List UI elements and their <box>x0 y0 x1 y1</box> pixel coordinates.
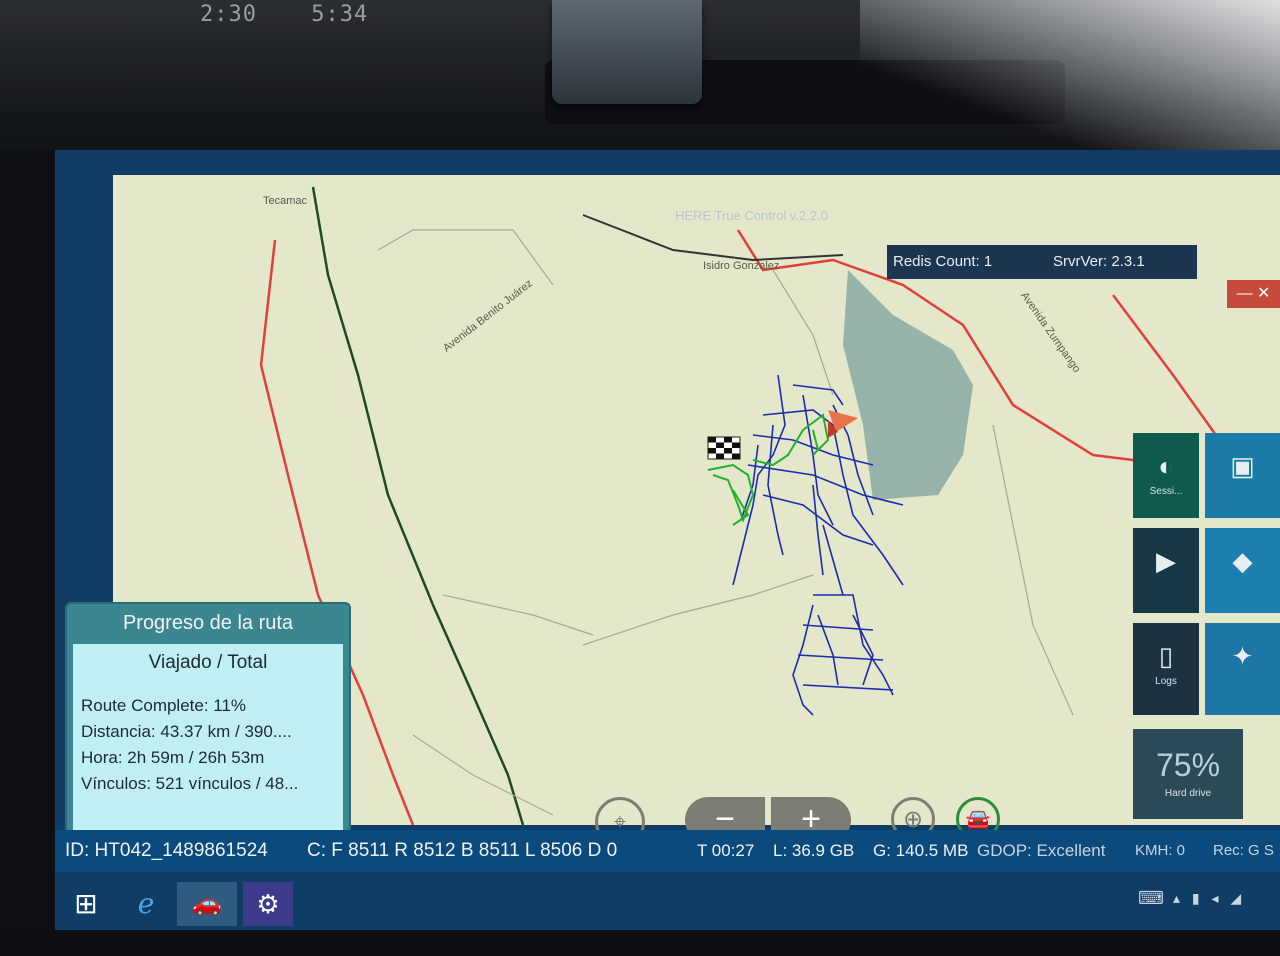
hard-drive-label: Hard drive <box>1164 788 1212 799</box>
tile-session-label: Sessi... <box>1149 486 1183 497</box>
route-progress-title: Progreso de la ruta <box>122 612 294 634</box>
elapsed-time: T 00:27 <box>697 841 755 860</box>
status-info-bar: ID: HT042_1489861524 C: F 8511 R 8512 B … <box>55 830 1280 872</box>
settings-button[interactable]: ⚙ <box>243 882 293 926</box>
server-version: SrvrVer: 2.3.1 <box>1053 253 1145 270</box>
grey-road-5 <box>992 424 1074 716</box>
route-distance: Distancia: 43.37 km / 390.... <box>81 722 292 741</box>
session-icon: ◐ <box>1158 451 1174 481</box>
route-links: Vínculos: 521 vínculos / 48... <box>81 774 299 793</box>
map-label-isidro: Isidro Gonzalez <box>703 260 780 272</box>
camera-counts: C: F 8511 R 8512 B 8511 L 8506 D 0 <box>307 840 618 861</box>
keyboard-icon[interactable]: ⌨ <box>1138 888 1164 909</box>
play-icon: ▶ <box>1156 546 1176 576</box>
dash-readout-1: 2:30 <box>200 2 257 27</box>
grey-road-4 <box>442 594 594 636</box>
system-tray[interactable]: ▴ ▮ ◂ ◢ <box>1173 890 1245 907</box>
local-storage: L: 36.9 GB <box>773 841 855 860</box>
dash-readout-2: 5:34 <box>311 2 369 27</box>
car-app-icon: 🚗 <box>192 890 222 917</box>
tile-play[interactable]: ▶ <box>1133 528 1199 613</box>
window-close-button[interactable]: — ✕ <box>1227 280 1280 308</box>
route-progress-panel: Progreso de la ruta Viajado / Total Rout… <box>65 602 351 840</box>
red-road-east <box>1112 294 1225 446</box>
windows-taskbar: ⊞ e 🚗 ⚙ ⌨ ▴ ▮ ◂ ◢ <box>55 878 1280 930</box>
server-status-panel: Redis Count: 1 SrvrVer: 2.3.1 <box>887 245 1197 279</box>
route-complete: Route Complete: 11% <box>81 696 247 715</box>
car-dash-readout: 2:30 5:34 <box>200 2 368 27</box>
gdop-status: GDOP: Excellent <box>977 841 1106 860</box>
tile-session[interactable]: ◐ Sessi... <box>1133 433 1199 518</box>
tile-camera[interactable]: ▣ <box>1205 433 1280 518</box>
windows-logo-icon: ⊞ <box>74 888 98 919</box>
internet-explorer-button[interactable]: e <box>117 882 175 926</box>
tile-logs[interactable]: ▯ Logs <box>1133 623 1199 715</box>
tablet-mount-clip <box>552 0 702 104</box>
hard-drive-percent: 75% <box>1155 747 1221 783</box>
true-control-app-button[interactable]: 🚗 <box>177 882 237 926</box>
route-traveled-green <box>707 413 830 526</box>
window-glare <box>860 0 1280 160</box>
redis-count: Redis Count: 1 <box>893 253 993 270</box>
device-bezel-bottom <box>0 930 1280 956</box>
satellite-icon: ✦ <box>1231 641 1254 671</box>
car-icon: 🚘 <box>965 808 991 831</box>
session-id: ID: HT042_1489861524 <box>65 840 268 861</box>
diamond-icon: ◆ <box>1232 546 1253 576</box>
gps-data-size: G: 140.5 MB <box>873 841 969 860</box>
recording-status: Rec: G S <box>1213 842 1274 859</box>
grey-road-3 <box>582 574 814 646</box>
internet-explorer-icon: e <box>137 887 155 920</box>
speed-kmh: KMH: 0 <box>1135 842 1186 859</box>
app-title: HERE True Control v.2.2.0 <box>675 208 828 223</box>
finish-flag-icon <box>707 436 741 460</box>
camera-icon: ▣ <box>1230 451 1255 481</box>
document-icon: ▯ <box>1158 641 1174 671</box>
tablet-screen: Tecamac Isidro Gonzalez Avenida Benito J… <box>55 150 1280 930</box>
tile-satellite[interactable]: ✦ <box>1205 623 1280 715</box>
route-progress-body: Viajado / Total Route Complete: 11% Dist… <box>73 644 343 830</box>
lake-shape <box>843 270 973 500</box>
device-bezel-left <box>0 150 60 956</box>
grey-road-6 <box>412 734 554 816</box>
route-progress-subtitle: Viajado / Total <box>148 652 268 673</box>
grey-road-2 <box>772 269 834 396</box>
tile-diamond[interactable]: ◆ <box>1205 528 1280 613</box>
gear-icon: ⚙ <box>256 889 280 919</box>
tile-logs-label: Logs <box>1155 676 1177 687</box>
map-label-tecamac: Tecamac <box>263 195 308 207</box>
route-time: Hora: 2h 59m / 26h 53m <box>81 748 265 767</box>
start-button[interactable]: ⊞ <box>57 882 115 926</box>
tile-panel: ◐ Sessi... ▣ ▶ ◆ ▯ Logs ✦ 75% Hard drive <box>1133 433 1280 833</box>
tile-hard-drive[interactable]: 75% Hard drive <box>1133 729 1243 819</box>
